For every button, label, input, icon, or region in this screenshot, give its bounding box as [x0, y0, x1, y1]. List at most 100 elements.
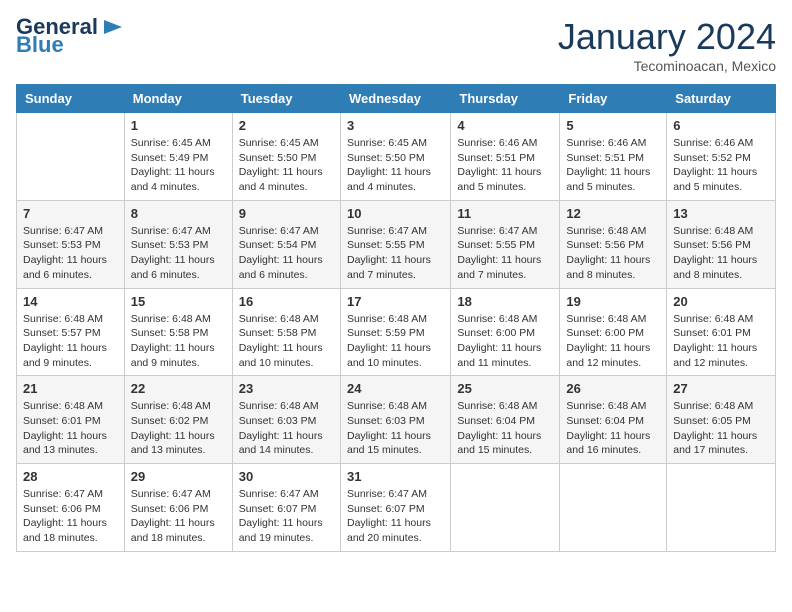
day-info: Sunrise: 6:48 AMSunset: 6:05 PMDaylight:…	[673, 399, 769, 458]
header-sunday: Sunday	[17, 85, 125, 113]
week-row-4: 21 Sunrise: 6:48 AMSunset: 6:01 PMDayligh…	[17, 376, 776, 464]
calendar-cell: 17 Sunrise: 6:48 AMSunset: 5:59 PMDayligh…	[340, 288, 450, 376]
header-wednesday: Wednesday	[340, 85, 450, 113]
day-info: Sunrise: 6:47 AMSunset: 6:06 PMDaylight:…	[131, 487, 226, 546]
calendar-cell: 29 Sunrise: 6:47 AMSunset: 6:06 PMDayligh…	[124, 464, 232, 552]
calendar-cell: 24 Sunrise: 6:48 AMSunset: 6:03 PMDayligh…	[340, 376, 450, 464]
day-info: Sunrise: 6:48 AMSunset: 6:04 PMDaylight:…	[457, 399, 553, 458]
day-info: Sunrise: 6:46 AMSunset: 5:52 PMDaylight:…	[673, 136, 769, 195]
week-row-2: 7 Sunrise: 6:47 AMSunset: 5:53 PMDaylight…	[17, 200, 776, 288]
header-thursday: Thursday	[451, 85, 560, 113]
day-info: Sunrise: 6:48 AMSunset: 5:58 PMDaylight:…	[131, 312, 226, 371]
header-saturday: Saturday	[667, 85, 776, 113]
day-info: Sunrise: 6:47 AMSunset: 6:07 PMDaylight:…	[239, 487, 334, 546]
day-info: Sunrise: 6:47 AMSunset: 6:06 PMDaylight:…	[23, 487, 118, 546]
calendar-cell: 25Sunrise: 6:48 AMSunset: 6:04 PMDayligh…	[451, 376, 560, 464]
logo-blue: Blue	[16, 34, 64, 56]
day-number: 20	[673, 294, 769, 309]
day-info: Sunrise: 6:47 AMSunset: 5:55 PMDaylight:…	[347, 224, 444, 283]
calendar-cell: 19 Sunrise: 6:48 AMSunset: 6:00 PMDayligh…	[560, 288, 667, 376]
page-header: General Blue January 2024 Tecominoacan, …	[16, 16, 776, 74]
calendar-cell: 8Sunrise: 6:47 AMSunset: 5:53 PMDaylight…	[124, 200, 232, 288]
calendar-cell: 23 Sunrise: 6:48 AMSunset: 6:03 PMDayligh…	[232, 376, 340, 464]
day-number: 15	[131, 294, 226, 309]
week-row-5: 28Sunrise: 6:47 AMSunset: 6:06 PMDayligh…	[17, 464, 776, 552]
calendar-cell: 28Sunrise: 6:47 AMSunset: 6:06 PMDayligh…	[17, 464, 125, 552]
day-info: Sunrise: 6:48 AMSunset: 6:01 PMDaylight:…	[673, 312, 769, 371]
day-info: Sunrise: 6:47 AMSunset: 5:53 PMDaylight:…	[23, 224, 118, 283]
day-number: 23	[239, 381, 334, 396]
day-number: 22	[131, 381, 226, 396]
day-number: 18	[457, 294, 553, 309]
calendar-header-row: SundayMondayTuesdayWednesdayThursdayFrid…	[17, 85, 776, 113]
day-info: Sunrise: 6:48 AMSunset: 5:56 PMDaylight:…	[566, 224, 660, 283]
day-number: 17	[347, 294, 444, 309]
day-number: 4	[457, 118, 553, 133]
calendar-cell	[560, 464, 667, 552]
day-number: 1	[131, 118, 226, 133]
day-number: 24	[347, 381, 444, 396]
day-info: Sunrise: 6:45 AMSunset: 5:50 PMDaylight:…	[347, 136, 444, 195]
calendar-cell: 12 Sunrise: 6:48 AMSunset: 5:56 PMDayligh…	[560, 200, 667, 288]
day-number: 19	[566, 294, 660, 309]
day-info: Sunrise: 6:48 AMSunset: 6:01 PMDaylight:…	[23, 399, 118, 458]
day-info: Sunrise: 6:47 AMSunset: 5:54 PMDaylight:…	[239, 224, 334, 283]
calendar-cell: 20 Sunrise: 6:48 AMSunset: 6:01 PMDayligh…	[667, 288, 776, 376]
day-info: Sunrise: 6:48 AMSunset: 6:02 PMDaylight:…	[131, 399, 226, 458]
day-number: 31	[347, 469, 444, 484]
calendar-cell: 31 Sunrise: 6:47 AMSunset: 6:07 PMDayligh…	[340, 464, 450, 552]
calendar-cell: 2 Sunrise: 6:45 AMSunset: 5:50 PMDaylight…	[232, 113, 340, 201]
title-block: January 2024 Tecominoacan, Mexico	[558, 16, 776, 74]
day-number: 10	[347, 206, 444, 221]
day-number: 9	[239, 206, 334, 221]
day-info: Sunrise: 6:48 AMSunset: 6:00 PMDaylight:…	[457, 312, 553, 371]
location-subtitle: Tecominoacan, Mexico	[558, 58, 776, 74]
calendar-cell: 3 Sunrise: 6:45 AMSunset: 5:50 PMDaylight…	[340, 113, 450, 201]
day-number: 6	[673, 118, 769, 133]
week-row-3: 14Sunrise: 6:48 AMSunset: 5:57 PMDayligh…	[17, 288, 776, 376]
calendar-cell	[451, 464, 560, 552]
day-info: Sunrise: 6:46 AMSunset: 5:51 PMDaylight:…	[566, 136, 660, 195]
day-info: Sunrise: 6:47 AMSunset: 5:53 PMDaylight:…	[131, 224, 226, 283]
day-info: Sunrise: 6:48 AMSunset: 6:04 PMDaylight:…	[566, 399, 660, 458]
day-info: Sunrise: 6:45 AMSunset: 5:50 PMDaylight:…	[239, 136, 334, 195]
day-info: Sunrise: 6:48 AMSunset: 6:03 PMDaylight:…	[347, 399, 444, 458]
logo-flag-icon	[102, 18, 124, 36]
calendar-cell: 16Sunrise: 6:48 AMSunset: 5:58 PMDayligh…	[232, 288, 340, 376]
header-friday: Friday	[560, 85, 667, 113]
day-number: 21	[23, 381, 118, 396]
calendar-cell: 21 Sunrise: 6:48 AMSunset: 6:01 PMDayligh…	[17, 376, 125, 464]
day-number: 12	[566, 206, 660, 221]
calendar-table: SundayMondayTuesdayWednesdayThursdayFrid…	[16, 84, 776, 552]
day-number: 11	[457, 206, 553, 221]
calendar-cell: 30Sunrise: 6:47 AMSunset: 6:07 PMDayligh…	[232, 464, 340, 552]
day-info: Sunrise: 6:48 AMSunset: 5:58 PMDaylight:…	[239, 312, 334, 371]
calendar-cell: 7 Sunrise: 6:47 AMSunset: 5:53 PMDaylight…	[17, 200, 125, 288]
day-number: 26	[566, 381, 660, 396]
day-info: Sunrise: 6:48 AMSunset: 5:59 PMDaylight:…	[347, 312, 444, 371]
calendar-cell: 6 Sunrise: 6:46 AMSunset: 5:52 PMDaylight…	[667, 113, 776, 201]
day-info: Sunrise: 6:48 AMSunset: 6:00 PMDaylight:…	[566, 312, 660, 371]
calendar-cell: 15 Sunrise: 6:48 AMSunset: 5:58 PMDayligh…	[124, 288, 232, 376]
logo: General Blue	[16, 16, 124, 56]
month-title: January 2024	[558, 16, 776, 58]
day-number: 3	[347, 118, 444, 133]
day-info: Sunrise: 6:48 AMSunset: 5:57 PMDaylight:…	[23, 312, 118, 371]
calendar-cell: 10 Sunrise: 6:47 AMSunset: 5:55 PMDayligh…	[340, 200, 450, 288]
day-number: 29	[131, 469, 226, 484]
day-number: 2	[239, 118, 334, 133]
day-info: Sunrise: 6:48 AMSunset: 6:03 PMDaylight:…	[239, 399, 334, 458]
calendar-cell	[17, 113, 125, 201]
calendar-cell: 4Sunrise: 6:46 AMSunset: 5:51 PMDaylight…	[451, 113, 560, 201]
day-info: Sunrise: 6:48 AMSunset: 5:56 PMDaylight:…	[673, 224, 769, 283]
day-number: 7	[23, 206, 118, 221]
calendar-cell: 14Sunrise: 6:48 AMSunset: 5:57 PMDayligh…	[17, 288, 125, 376]
day-info: Sunrise: 6:47 AMSunset: 5:55 PMDaylight:…	[457, 224, 553, 283]
calendar-cell: 1Sunrise: 6:45 AMSunset: 5:49 PMDaylight…	[124, 113, 232, 201]
day-info: Sunrise: 6:47 AMSunset: 6:07 PMDaylight:…	[347, 487, 444, 546]
calendar-cell: 27Sunrise: 6:48 AMSunset: 6:05 PMDayligh…	[667, 376, 776, 464]
header-tuesday: Tuesday	[232, 85, 340, 113]
calendar-cell: 9 Sunrise: 6:47 AMSunset: 5:54 PMDaylight…	[232, 200, 340, 288]
calendar-cell	[667, 464, 776, 552]
day-number: 5	[566, 118, 660, 133]
